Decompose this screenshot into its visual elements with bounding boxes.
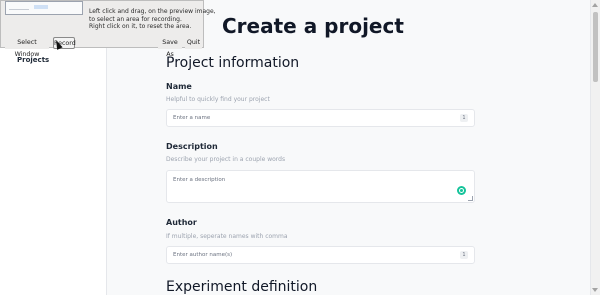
scrollbar-thumb[interactable] xyxy=(593,12,598,82)
description-placeholder: Enter a description xyxy=(173,177,226,183)
author-label: Author xyxy=(166,218,197,227)
author-placeholder: Enter author name(s) xyxy=(173,252,233,258)
author-input[interactable]: Enter author name(s) 1 xyxy=(166,246,475,264)
vertical-scrollbar[interactable] xyxy=(590,0,600,295)
section-title-project-information: Project information xyxy=(166,55,300,71)
page-title: Create a project xyxy=(222,14,404,38)
name-input[interactable]: Enter a name 1 xyxy=(166,109,475,127)
name-placeholder: Enter a name xyxy=(173,115,211,121)
password-manager-icon[interactable]: 1 xyxy=(460,251,468,259)
description-label: Description xyxy=(166,142,218,151)
grammar-checker-icon[interactable] xyxy=(457,186,466,195)
author-help-text: If multiple, seperate names with comma xyxy=(166,233,288,240)
resize-handle-icon[interactable] xyxy=(468,196,473,201)
scroll-down-arrow-icon[interactable] xyxy=(592,288,598,292)
scroll-up-arrow-icon[interactable] xyxy=(592,3,598,7)
description-textarea[interactable]: Enter a description xyxy=(166,170,475,203)
description-help-text: Describe your project in a couple words xyxy=(166,156,286,163)
recorder-instructions: Left click and drag, on the preview imag… xyxy=(89,8,216,30)
save-as-button[interactable]: Save As xyxy=(158,37,182,58)
password-manager-icon[interactable]: 1 xyxy=(460,114,468,122)
select-window-button[interactable]: Select Window xyxy=(5,37,49,58)
quit-button[interactable]: Quit xyxy=(185,37,202,49)
section-title-experiment-definition: Experiment definition xyxy=(166,279,318,295)
screen-recorder-window: Left click and drag, on the preview imag… xyxy=(0,0,216,58)
name-help-text: Helpful to quickly find your project xyxy=(166,96,270,103)
recording-preview-image[interactable] xyxy=(5,1,83,15)
name-label: Name xyxy=(166,82,192,91)
